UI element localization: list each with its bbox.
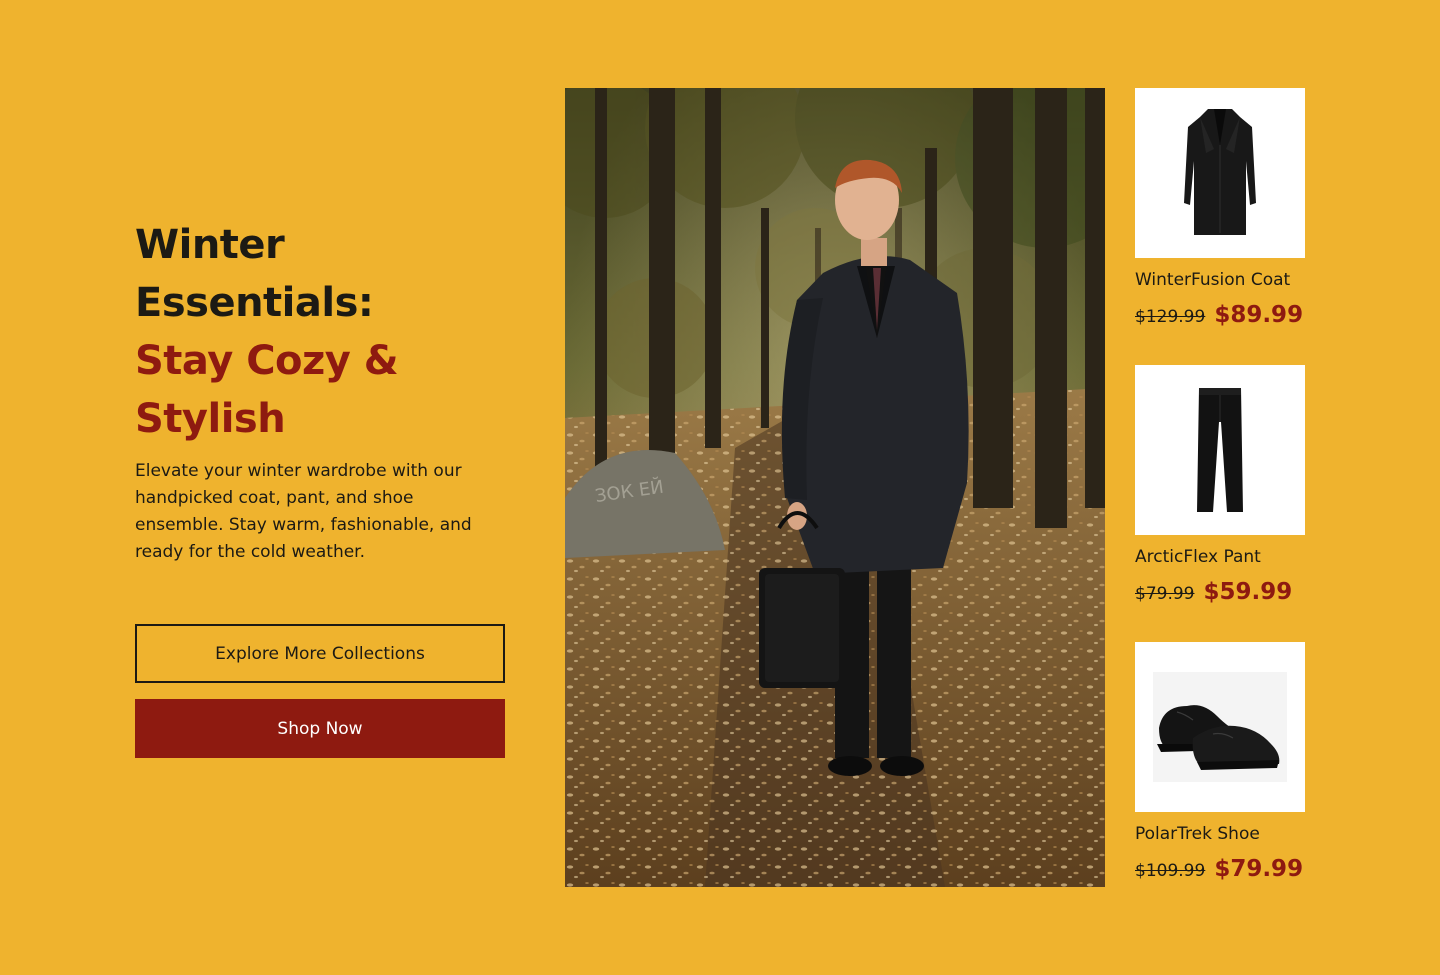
product-prices: $79.99 $59.99 <box>1135 579 1325 605</box>
explore-collections-button[interactable]: Explore More Collections <box>135 624 505 683</box>
hero-description: Elevate your winter wardrobe with our ha… <box>135 461 472 562</box>
product-card[interactable]: WinterFusion Coat $129.99 $89.99 <box>1135 88 1325 328</box>
hero-title-line-1: Winter <box>135 222 285 268</box>
original-price: $109.99 <box>1135 861 1206 881</box>
product-name[interactable]: WinterFusion Coat <box>1135 269 1325 291</box>
product-card[interactable]: PolarTrek Shoe $109.99 $79.99 <box>1135 642 1325 882</box>
product-thumbnail[interactable] <box>1135 642 1305 812</box>
pant-icon <box>1197 388 1243 512</box>
original-price: $129.99 <box>1135 307 1206 327</box>
hero-section: Winter Essentials: Stay Cozy & Stylish E… <box>135 216 515 566</box>
product-prices: $109.99 $79.99 <box>1135 856 1325 882</box>
coat-icon <box>1184 109 1256 235</box>
hero-title-line-2: Essentials: <box>135 280 374 326</box>
product-thumbnail[interactable] <box>1135 365 1305 535</box>
product-thumbnail[interactable] <box>1135 88 1305 258</box>
sale-price: $89.99 <box>1214 302 1304 328</box>
forest-scene-illustration: ЗОК ЕЙ <box>565 88 1105 887</box>
product-name[interactable]: PolarTrek Shoe <box>1135 823 1325 845</box>
hero-title-line-3: Stay Cozy & <box>135 338 399 384</box>
shop-now-button[interactable]: Shop Now <box>135 699 505 758</box>
product-name[interactable]: ArcticFlex Pant <box>1135 546 1325 568</box>
product-card[interactable]: ArcticFlex Pant $79.99 $59.99 <box>1135 365 1325 605</box>
hero-title: Winter Essentials: Stay Cozy & Stylish <box>135 216 515 448</box>
product-prices: $129.99 $89.99 <box>1135 302 1325 328</box>
original-price: $79.99 <box>1135 584 1195 604</box>
main-photo: ЗОК ЕЙ <box>565 88 1105 887</box>
sale-price: $79.99 <box>1214 856 1304 882</box>
sale-price: $59.99 <box>1203 579 1293 605</box>
shoe-icon <box>1153 672 1287 782</box>
hero-title-line-4: Stylish <box>135 396 286 442</box>
